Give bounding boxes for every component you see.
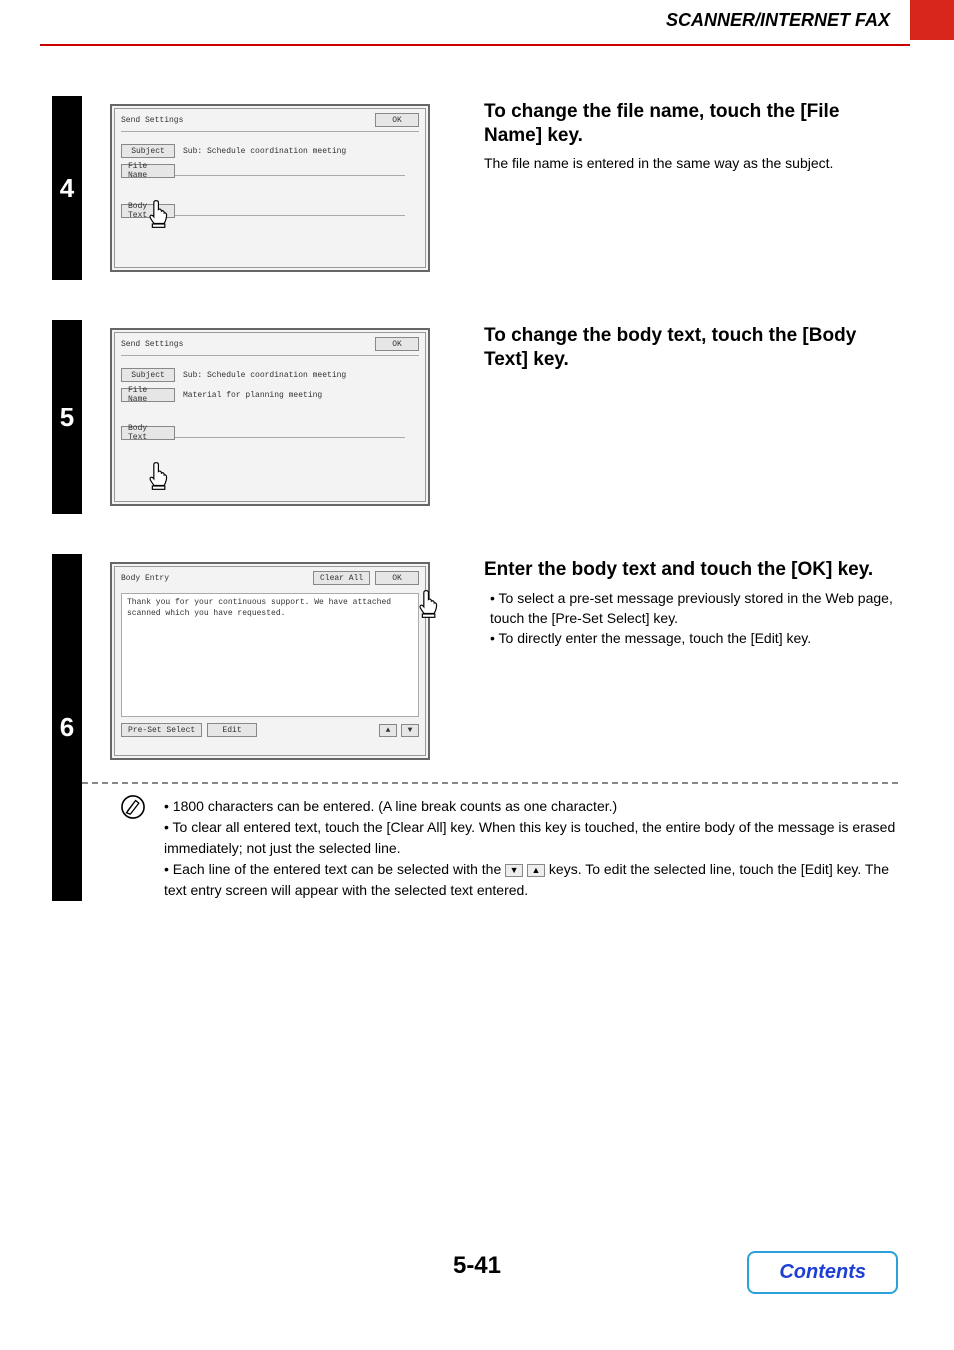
step-heading: To change the file name, touch the [File… bbox=[484, 100, 898, 148]
bodytext-field[interactable] bbox=[175, 206, 405, 216]
note-item: To clear all entered text, touch the [Cl… bbox=[164, 817, 898, 859]
preset-select-button[interactable]: Pre-Set Select bbox=[121, 723, 202, 737]
arrow-up-icon: ▲ bbox=[527, 864, 545, 877]
filename-button[interactable]: File Name bbox=[121, 164, 175, 178]
filename-button[interactable]: File Name bbox=[121, 388, 175, 402]
subject-value: Sub: Schedule coordination meeting bbox=[183, 147, 346, 156]
step-heading: To change the body text, touch the [Body… bbox=[484, 324, 898, 372]
section-title: SCANNER/INTERNET FAX bbox=[0, 0, 910, 40]
header-rule bbox=[40, 44, 910, 46]
send-settings-panel: Send Settings OK Subject Sub: Schedule c… bbox=[110, 104, 430, 272]
header-accent bbox=[910, 0, 954, 40]
note-icon bbox=[120, 794, 150, 901]
panel-title: Send Settings bbox=[121, 340, 183, 349]
step-6: 6 Body Entry Clear All OK bbox=[52, 554, 898, 901]
subject-button[interactable]: Subject bbox=[121, 144, 175, 158]
panel-title: Body Entry bbox=[121, 574, 169, 583]
hand-pointer-icon bbox=[415, 589, 443, 619]
step-5: 5 Send Settings OK Subject Sub: Schedule… bbox=[52, 320, 898, 514]
ok-button[interactable]: OK bbox=[375, 571, 419, 585]
step-4: 4 Send Settings OK Subject Sub: Schedule… bbox=[52, 96, 898, 280]
subject-value: Sub: Schedule coordination meeting bbox=[183, 371, 346, 380]
step-body: The file name is entered in the same way… bbox=[484, 154, 898, 174]
hand-pointer-icon bbox=[145, 461, 173, 491]
dashed-separator bbox=[82, 782, 898, 784]
note-item: 1800 characters can be entered. (A line … bbox=[164, 796, 898, 817]
ok-button[interactable]: OK bbox=[375, 337, 419, 351]
bullet-item: To select a pre-set message previously s… bbox=[490, 588, 898, 629]
filename-field[interactable] bbox=[175, 166, 405, 176]
scroll-up-button[interactable]: ▲ bbox=[379, 724, 397, 737]
bullet-item: To directly enter the message, touch the… bbox=[490, 628, 898, 648]
clear-all-button[interactable]: Clear All bbox=[313, 571, 370, 585]
scroll-down-button[interactable]: ▼ bbox=[401, 724, 419, 737]
step-number: 6 bbox=[52, 554, 82, 901]
step-bullets: To select a pre-set message previously s… bbox=[484, 588, 898, 649]
contents-link[interactable]: Contents bbox=[747, 1251, 898, 1294]
step-heading: Enter the body text and touch the [OK] k… bbox=[484, 558, 898, 582]
arrow-down-icon: ▼ bbox=[505, 864, 523, 877]
step-number: 5 bbox=[52, 320, 82, 514]
body-entry-panel: Body Entry Clear All OK Thank you for yo… bbox=[110, 562, 430, 760]
hand-pointer-icon bbox=[145, 199, 173, 229]
ok-button[interactable]: OK bbox=[375, 113, 419, 127]
step-number: 4 bbox=[52, 96, 82, 280]
filename-value: Material for planning meeting bbox=[183, 391, 322, 400]
bodytext-button[interactable]: Body Text bbox=[121, 426, 175, 440]
body-text-area[interactable]: Thank you for your continuous support. W… bbox=[121, 593, 419, 717]
subject-button[interactable]: Subject bbox=[121, 368, 175, 382]
note-item: Each line of the entered text can be sel… bbox=[164, 859, 898, 901]
bodytext-field[interactable] bbox=[175, 428, 405, 438]
panel-title: Send Settings bbox=[121, 116, 183, 125]
edit-button[interactable]: Edit bbox=[207, 723, 257, 737]
send-settings-panel: Send Settings OK Subject Sub: Schedule c… bbox=[110, 328, 430, 506]
